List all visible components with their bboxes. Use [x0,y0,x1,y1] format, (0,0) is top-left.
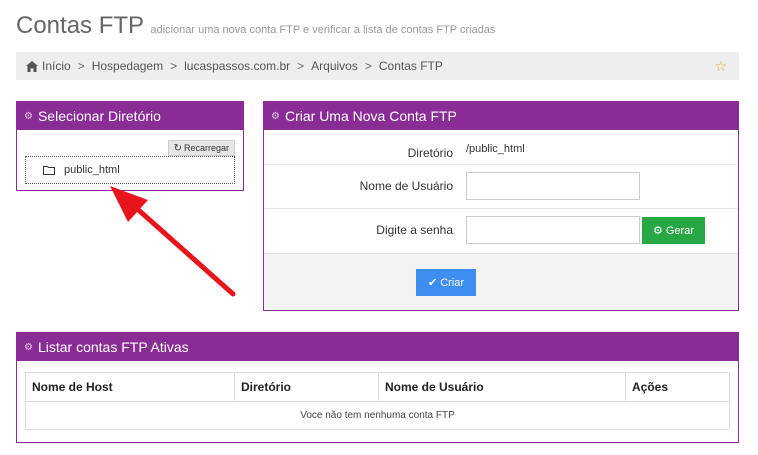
star-icon[interactable]: ☆ [714,58,727,75]
gear-icon: ⚙ [24,341,33,353]
password-row: Digite a senha ⚙ Gerar [264,209,738,253]
page-title: Contas FTP [16,12,145,39]
check-icon: ✔ [427,277,438,289]
directory-label: Diretório [407,146,453,160]
breadcrumb-separator: > [297,59,305,73]
directory-tree: public_html [25,156,235,184]
panel-header: ⚙ Listar contas FTP Ativas [17,333,738,361]
table-row: Voce não tem nenhuma conta FTP [25,401,730,430]
panel-title: Criar Uma Nova Conta FTP [284,108,457,124]
column-header-username: Nome de Usuário [378,372,626,402]
generate-password-button[interactable]: ⚙ Gerar [642,217,705,244]
breadcrumb-item-home[interactable]: Início [26,59,71,73]
breadcrumb-item-hospedagem[interactable]: Hospedagem [92,59,163,73]
gear-icon: ⚙ [653,225,663,237]
gear-icon: ⚙ [271,110,280,122]
refresh-icon: ↻ [173,142,182,154]
home-icon [26,60,38,72]
page-subtitle: adicionar uma nova conta FTP e verificar… [150,24,496,36]
breadcrumb-separator: > [170,59,178,73]
breadcrumb-separator: > [77,59,85,73]
breadcrumb-item-arquivos[interactable]: Arquivos [311,59,358,73]
column-header-host: Nome de Host [25,372,235,402]
column-header-directory: Diretório [234,372,379,402]
ftp-accounts-list-panel: ⚙ Listar contas FTP Ativas Nome de Host … [16,332,739,443]
panel-header: ⚙ Criar Uma Nova Conta FTP [264,102,738,130]
breadcrumb-item-domain[interactable]: lucaspassos.com.br [184,59,290,73]
create-ftp-panel: ⚙ Criar Uma Nova Conta FTP Diretório /pu… [263,101,739,311]
directory-item-public-html[interactable]: public_html [64,164,120,176]
breadcrumb-separator: > [364,59,372,73]
password-input[interactable] [466,216,640,244]
breadcrumb: Início > Hospedagem > lucaspassos.com.br… [16,52,739,80]
reload-label: Recarregar [183,143,229,153]
empty-message: Voce não tem nenhuma conta FTP [25,401,730,430]
reload-button[interactable]: ↻ Recarregar [167,140,235,156]
username-input[interactable] [466,172,640,200]
ftp-accounts-table: Nome de Host Diretório Nome de Usuário A… [25,372,730,430]
table-header-row: Nome de Host Diretório Nome de Usuário A… [25,372,730,402]
directory-value: /public_html [466,143,525,155]
generate-label: Gerar [665,224,694,237]
password-label: Digite a senha [376,223,453,237]
breadcrumb-item-current: Contas FTP [378,59,443,73]
select-directory-panel: ⚙ Selecionar Diretório ↻ Recarregar publ… [16,101,244,191]
folder-icon [43,165,55,175]
username-row: Nome de Usuário [264,165,738,209]
username-label: Nome de Usuário [359,179,453,193]
panel-header: ⚙ Selecionar Diretório [17,102,243,130]
create-button[interactable]: ✔ Criar [416,269,476,296]
gear-icon: ⚙ [24,110,33,122]
panel-title: Listar contas FTP Ativas [37,339,189,355]
column-header-actions: Ações [625,372,730,402]
create-label: Criar [440,276,465,289]
panel-title: Selecionar Diretório [37,108,161,124]
page-header: Contas FTP adicionar uma nova conta FTP … [16,12,495,40]
form-footer: ✔ Criar [264,253,738,310]
directory-row: Diretório /public_html [264,131,738,165]
breadcrumb-label: Início [42,59,71,73]
